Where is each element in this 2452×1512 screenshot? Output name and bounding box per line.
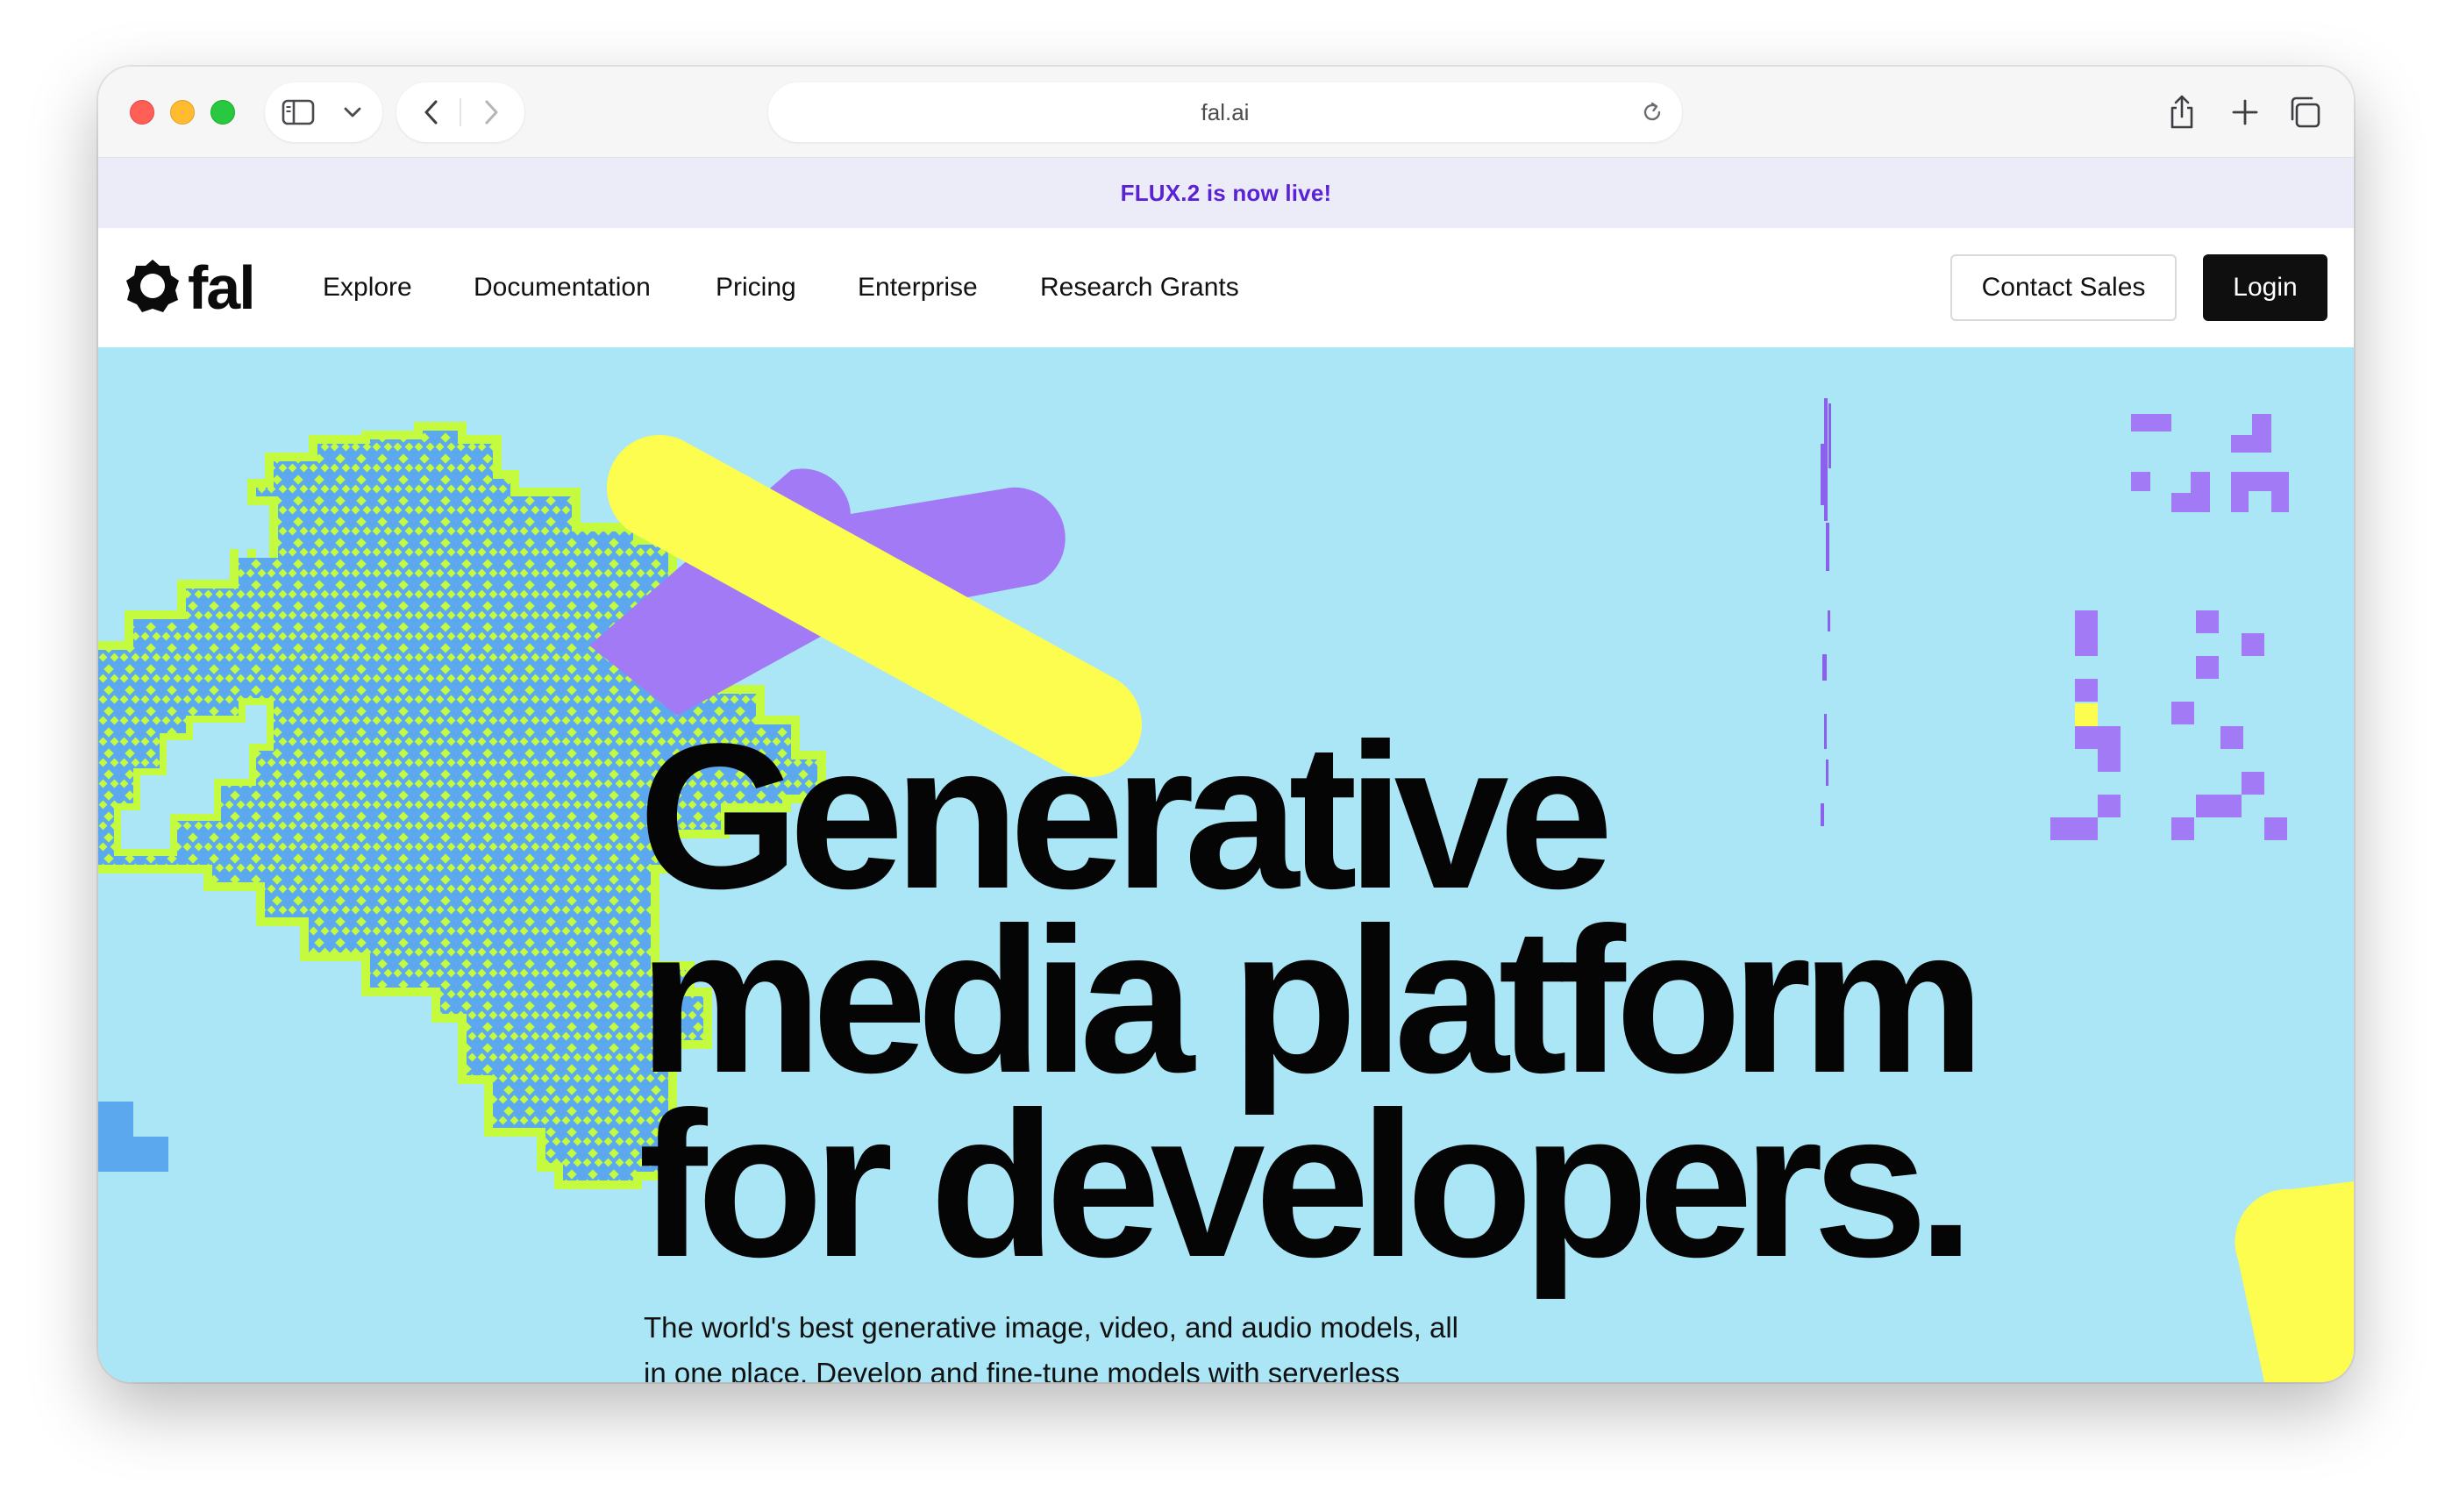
announcement-text[interactable]: FLUX.2 is now live! xyxy=(1121,180,1332,207)
headline-line-3: for developers. xyxy=(638,1069,1975,1301)
hero-section: Generative media platform for developers… xyxy=(98,347,2354,1382)
url-text[interactable]: fal.ai xyxy=(768,82,1682,142)
sidebar-icon[interactable] xyxy=(281,95,316,130)
plus-icon[interactable] xyxy=(2227,95,2263,130)
fal-logo-icon xyxy=(125,258,181,318)
hero-headline: Generative media platform for developers… xyxy=(638,701,1985,1301)
contact-sales-button[interactable]: Contact Sales xyxy=(1950,254,2177,321)
headline-line-1: Generative xyxy=(638,701,1614,932)
nav-divider xyxy=(460,98,461,126)
share-icon[interactable] xyxy=(2163,93,2201,132)
forward-arrow-icon[interactable] xyxy=(475,96,507,128)
browser-toolbar: fal.ai xyxy=(98,67,2354,158)
minimize-window-button[interactable] xyxy=(170,100,195,125)
browser-window: fal.ai FLUX.2 is now live! fal Explore D… xyxy=(98,67,2354,1382)
reload-icon[interactable] xyxy=(1638,98,1666,126)
back-arrow-icon[interactable] xyxy=(416,96,447,128)
nav-link-research-grants[interactable]: Research Grants xyxy=(1040,267,1239,309)
site-logo[interactable]: fal xyxy=(125,253,256,322)
yellow-pill-graphic xyxy=(2235,1181,2354,1382)
address-bar[interactable]: fal.ai xyxy=(768,82,1682,142)
screenshot-stage: fal.ai FLUX.2 is now live! fal Explore D… xyxy=(0,0,2452,1512)
headline-line-2: media platform xyxy=(638,885,1985,1116)
logo-wordmark: fal xyxy=(188,253,256,322)
close-window-button[interactable] xyxy=(130,100,154,125)
pixel-grid-graphic xyxy=(2050,414,2289,840)
sidebar-toggle-group xyxy=(265,82,382,142)
nav-link-explore[interactable]: Explore xyxy=(323,267,412,309)
chevron-down-icon[interactable] xyxy=(340,100,365,125)
history-nav-group xyxy=(396,82,524,142)
tabs-overview-icon[interactable] xyxy=(2285,93,2324,132)
hero-subtitle: The world's best generative image, video… xyxy=(644,1311,1458,1382)
site-header: fal Explore Documentation Pricing Enterp… xyxy=(98,228,2354,347)
nav-link-enterprise[interactable]: Enterprise xyxy=(858,267,978,309)
announcement-bar[interactable]: FLUX.2 is now live! xyxy=(98,158,2354,228)
nav-link-documentation[interactable]: Documentation xyxy=(474,267,651,309)
zoom-window-button[interactable] xyxy=(210,100,235,125)
yellow-pixel-graphic xyxy=(2075,703,2098,726)
login-button[interactable]: Login xyxy=(2203,254,2327,321)
nav-link-pricing[interactable]: Pricing xyxy=(716,267,796,309)
